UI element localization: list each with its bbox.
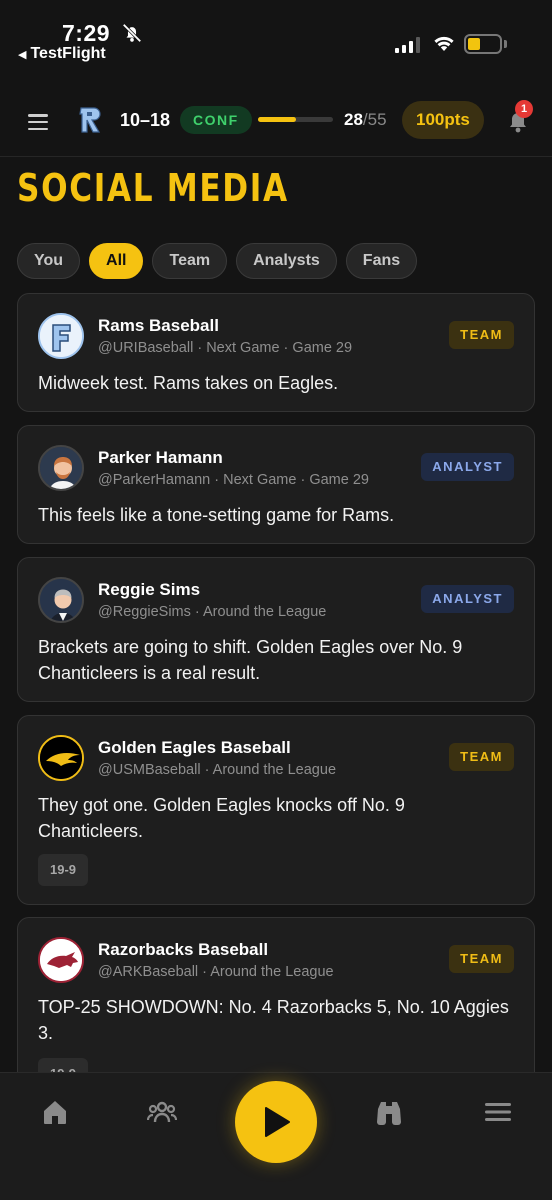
battery-cap: [504, 40, 507, 48]
back-app-label: TestFlight: [30, 45, 106, 62]
post-tag-badge: TEAM: [449, 321, 514, 349]
filter-chips: You All Team Analysts Fans: [17, 243, 418, 279]
post-tag-badge: TEAM: [449, 743, 514, 771]
header-divider: [0, 156, 552, 157]
analyst-avatar-icon: [38, 445, 84, 491]
post-card[interactable]: Rams Baseball @URIBaseball · Next Game ·…: [17, 293, 535, 412]
post-body: Midweek test. Rams takes on Eagles.: [38, 373, 339, 393]
wifi-icon: [434, 36, 454, 51]
post-card[interactable]: Parker Hamann @ParkerHamann · Next Game …: [17, 425, 535, 544]
post-author: Parker Hamann: [98, 448, 223, 467]
cellular-signal-icon: [395, 37, 420, 53]
razorback-logo-icon: [38, 937, 84, 983]
conference-badge: CONF: [180, 106, 252, 134]
status-time: 7:29: [62, 20, 111, 46]
post-meta: @ARKBaseball · Around the League: [98, 964, 334, 980]
record-chip: 19-9: [38, 854, 89, 886]
season-progress-fill: [258, 117, 297, 122]
post-author: Rams Baseball: [98, 316, 219, 335]
hamburger-menu-icon[interactable]: [28, 114, 48, 130]
post-body: They got one. Golden Eagles knocks off N…: [38, 795, 405, 841]
filter-all[interactable]: All: [89, 243, 144, 279]
play-button[interactable]: [235, 1081, 317, 1163]
post-meta: @ParkerHamann · Next Game · Game 29: [98, 472, 369, 488]
post-tag-badge: ANALYST: [421, 453, 514, 481]
season-progress-count: 28/55: [344, 110, 387, 130]
post-card[interactable]: Golden Eagles Baseball @USMBaseball · Ar…: [17, 715, 535, 905]
notification-count-badge: 1: [515, 100, 533, 118]
post-author: Golden Eagles Baseball: [98, 738, 291, 757]
filter-team[interactable]: Team: [152, 243, 228, 279]
season-progress-bar: [258, 117, 333, 122]
post-author: Reggie Sims: [98, 580, 201, 599]
record-chip: 19-9: [38, 1058, 89, 1073]
post-body: Brackets are going to shift. Golden Eagl…: [38, 637, 463, 683]
binoculars-icon[interactable]: [374, 1097, 404, 1127]
bell-muted-icon: [122, 23, 142, 43]
points-pill[interactable]: 100pts: [402, 101, 484, 139]
page-title: SOCIAL MEDIA: [17, 166, 289, 210]
post-body: TOP-25 SHOWDOWN: No. 4 Razorbacks 5, No.…: [38, 997, 509, 1043]
games-played: 28: [344, 110, 363, 129]
rams-logo-icon: [79, 107, 101, 133]
rams-logo-icon: [38, 313, 84, 359]
post-meta: @USMBaseball · Around the League: [98, 762, 337, 778]
post-tag-badge: ANALYST: [421, 585, 514, 613]
post-card[interactable]: Reggie Sims @ReggieSims · Around the Lea…: [17, 557, 535, 702]
battery-icon: [464, 34, 502, 54]
post-body: This feels like a tone-setting game for …: [38, 505, 395, 525]
games-total: /55: [362, 110, 387, 129]
analyst-avatar-icon: [38, 577, 84, 623]
menu-icon[interactable]: [483, 1097, 513, 1127]
post-tag-badge: TEAM: [449, 945, 514, 973]
filter-analysts[interactable]: Analysts: [236, 243, 337, 279]
status-bar: 7:29 ◀ TestFlight: [0, 0, 552, 70]
home-icon[interactable]: [40, 1097, 70, 1127]
post-meta: @ReggieSims · Around the League: [98, 604, 327, 620]
back-arrow-icon: ◀: [18, 48, 27, 61]
golden-eagle-logo-icon: [38, 735, 84, 781]
bottom-nav: [0, 1072, 552, 1200]
app-header: 10–18 CONF 28/55 100pts 1: [0, 92, 552, 148]
play-icon: [265, 1107, 290, 1137]
post-author: Razorbacks Baseball: [98, 940, 269, 959]
post-card[interactable]: Razorbacks Baseball @ARKBaseball · Aroun…: [17, 917, 535, 1073]
people-icon[interactable]: [147, 1097, 177, 1127]
post-meta: @URIBaseball · Next Game · Game 29: [98, 340, 353, 356]
filter-fans[interactable]: Fans: [345, 243, 418, 279]
back-to-testflight[interactable]: ◀ TestFlight: [18, 45, 106, 63]
social-feed: Rams Baseball @URIBaseball · Next Game ·…: [17, 293, 535, 1073]
season-record: 10–18: [120, 110, 171, 130]
filter-you[interactable]: You: [17, 243, 81, 279]
